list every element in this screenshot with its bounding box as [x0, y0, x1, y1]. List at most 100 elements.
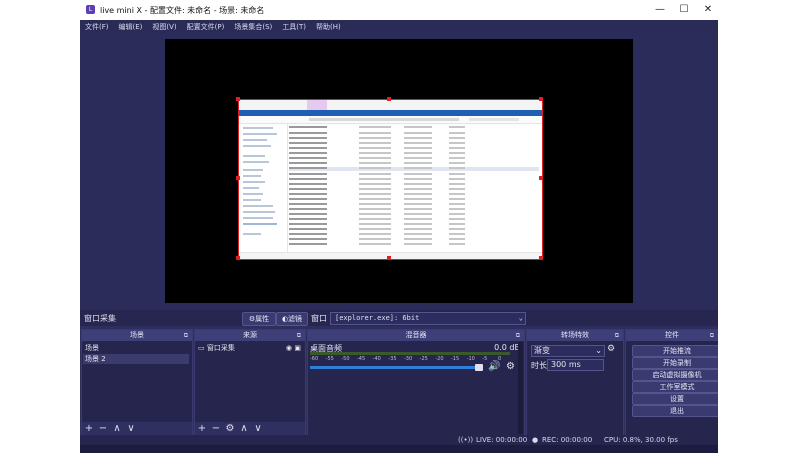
dock-float-icon[interactable]: ⧉ [297, 330, 301, 341]
resize-handle-top-left[interactable] [236, 97, 240, 101]
move-down-icon[interactable]: ∨ [251, 422, 265, 436]
menu-edit[interactable]: 编辑(E) [114, 20, 148, 34]
bottom-scroll-strip [80, 445, 718, 453]
chevron-down-icon: ⌄ [518, 314, 523, 322]
move-down-icon[interactable]: ∨ [124, 422, 138, 436]
controls-dock-title: 控件 [665, 331, 679, 339]
scenes-dock: 场景 ⧉ 场景 场景 2 + − ∧ ∨ [81, 329, 193, 437]
source-item-label: 窗口采集 [206, 344, 235, 352]
start-recording-button[interactable]: 开始录制 [632, 357, 718, 369]
studio-mode-button[interactable]: 工作室模式 [632, 381, 718, 393]
resize-handle-bottom-right[interactable] [539, 256, 543, 260]
settings-button[interactable]: 设置 [632, 393, 718, 405]
dock-float-icon[interactable]: ⧉ [710, 330, 714, 341]
menu-tools[interactable]: 工具(T) [277, 20, 311, 34]
audio-meter-bar [310, 352, 510, 355]
menu-help[interactable]: 帮助(H) [311, 20, 346, 34]
lock-icon[interactable]: ▣ [294, 343, 301, 353]
transition-gear-icon[interactable]: ⚙ [607, 344, 615, 354]
rec-status-icon: ● [532, 436, 539, 444]
window-field-label: 窗口 [311, 314, 327, 323]
meter-scale-tick: -50 [341, 356, 350, 362]
controls-dock-header: 控件 ⧉ [626, 330, 718, 341]
live-timer: LIVE: 00:00:00 [476, 436, 528, 444]
transitions-dock-title: 转场特效 [561, 331, 589, 339]
monitor-icon: ▭ [198, 344, 205, 352]
filters-button[interactable]: ◐滤镜 [276, 312, 308, 326]
duration-spinbox[interactable]: 300 ms [547, 359, 604, 371]
transitions-dock-header: 转场特效 ⧉ [527, 330, 623, 341]
meter-scale-tick: -45 [357, 356, 366, 362]
mixer-level-readout: 0.0 dB [494, 343, 520, 352]
add-scene-icon[interactable]: + [82, 422, 96, 436]
resize-handle-right[interactable] [539, 176, 543, 180]
scenes-dock-toolbar: + − ∧ ∨ [82, 422, 192, 436]
cpu-fps-readout: CPU: 0.8%, 30.00 fps [604, 436, 678, 444]
resize-handle-bottom[interactable] [387, 256, 391, 260]
dock-float-icon[interactable]: ⧉ [615, 330, 619, 341]
mixer-scrollbar[interactable] [518, 342, 523, 434]
exit-button[interactable]: 退出 [632, 405, 718, 417]
source-toolbar: 窗口采集 ⚙属性 ◐滤镜 窗口 [explorer.exe]: 6bit ⌄ [80, 310, 718, 326]
scene-item[interactable]: 场景 [83, 343, 189, 353]
menu-profile[interactable]: 配置文件(P) [182, 20, 230, 34]
add-source-icon[interactable]: + [195, 422, 209, 436]
window-select[interactable]: [explorer.exe]: 6bit ⌄ [330, 312, 526, 325]
meter-scale-tick: -25 [419, 356, 428, 362]
resize-handle-bottom-left[interactable] [236, 256, 240, 260]
meter-scale-tick: -15 [451, 356, 460, 362]
app-window: L live mini X - 配置文件: 未命名 - 场景: 未命名 — ☐ … [80, 0, 718, 453]
mixer-dock-header: 混音器 ⧉ [308, 330, 524, 341]
window-title: live mini X - 配置文件: 未命名 - 场景: 未命名 [100, 6, 265, 15]
status-bar: ((•)) LIVE: 00:00:00 ● REC: 00:00:00 CPU… [80, 435, 718, 445]
dock-float-icon[interactable]: ⧉ [184, 330, 188, 341]
remove-scene-icon[interactable]: − [96, 422, 110, 436]
source-item[interactable]: ▭ 窗口采集 ◉ ▣ [196, 343, 302, 353]
scene-item-selected[interactable]: 场景 2 [83, 354, 189, 364]
preview-canvas[interactable] [165, 39, 633, 303]
sources-dock-toolbar: + − ⚙ ∧ ∨ [195, 422, 305, 436]
duration-label: 时长 [531, 361, 547, 370]
sources-dock: 来源 ⧉ ▭ 窗口采集 ◉ ▣ + − ⚙ ∧ ∨ [194, 329, 306, 437]
source-settings-gear-icon[interactable]: ⚙ [223, 422, 237, 436]
start-streaming-button[interactable]: 开始推流 [632, 345, 718, 357]
menu-view[interactable]: 视图(V) [147, 20, 181, 34]
sources-dock-header: 来源 ⧉ [195, 330, 305, 341]
duration-value: 300 ms [551, 360, 581, 369]
meter-scale-tick: -60 [310, 356, 319, 362]
meter-scale-tick: -30 [404, 356, 413, 362]
rec-timer: REC: 00:00:00 [542, 436, 593, 444]
dock-float-icon[interactable]: ⧉ [516, 330, 520, 341]
resize-handle-top-right[interactable] [539, 97, 543, 101]
sources-dock-title: 来源 [243, 331, 257, 339]
start-virtual-camera-button[interactable]: 启动虚拟摄像机 [632, 369, 718, 381]
meter-scale: -60 -55 -50 -45 -40 -35 -30 -25 -20 -15 -10 -5 0 [310, 356, 510, 362]
window-select-value: [explorer.exe]: 6bit [335, 314, 420, 322]
menu-file[interactable]: 文件(F) [80, 20, 114, 34]
volume-slider-handle[interactable] [475, 364, 483, 371]
meter-scale-tick: -5 [482, 356, 488, 362]
close-button[interactable]: ✕ [694, 3, 718, 17]
meter-scale-tick: -20 [435, 356, 444, 362]
mixer-gear-icon[interactable]: ⚙ [506, 361, 515, 372]
captured-window-source[interactable] [238, 99, 543, 260]
live-status-icon: ((•)) [458, 436, 474, 444]
move-up-icon[interactable]: ∧ [237, 422, 251, 436]
remove-source-icon[interactable]: − [209, 422, 223, 436]
title-bar: L live mini X - 配置文件: 未命名 - 场景: 未命名 — ☐ … [80, 0, 718, 20]
meter-scale-tick: -40 [372, 356, 381, 362]
transition-select-value: 渐变 [534, 346, 550, 355]
transitions-dock: 转场特效 ⧉ 渐变 ⌄ ⚙ 时长 300 ms [526, 329, 624, 437]
resize-handle-top[interactable] [387, 97, 391, 101]
scenes-dock-title: 场景 [130, 331, 144, 339]
volume-slider-track[interactable] [310, 366, 482, 369]
selected-source-label: 窗口采集 [84, 314, 116, 323]
visibility-eye-icon[interactable]: ◉ [286, 343, 292, 353]
menu-scene-collection[interactable]: 场景集合(S) [229, 20, 277, 34]
meter-scale-tick: -10 [466, 356, 475, 362]
properties-button[interactable]: ⚙属性 [242, 312, 276, 326]
speaker-icon[interactable]: 🔊 [488, 361, 500, 372]
transition-select[interactable]: 渐变 ⌄ [531, 345, 605, 357]
resize-handle-left[interactable] [236, 176, 240, 180]
move-up-icon[interactable]: ∧ [110, 422, 124, 436]
